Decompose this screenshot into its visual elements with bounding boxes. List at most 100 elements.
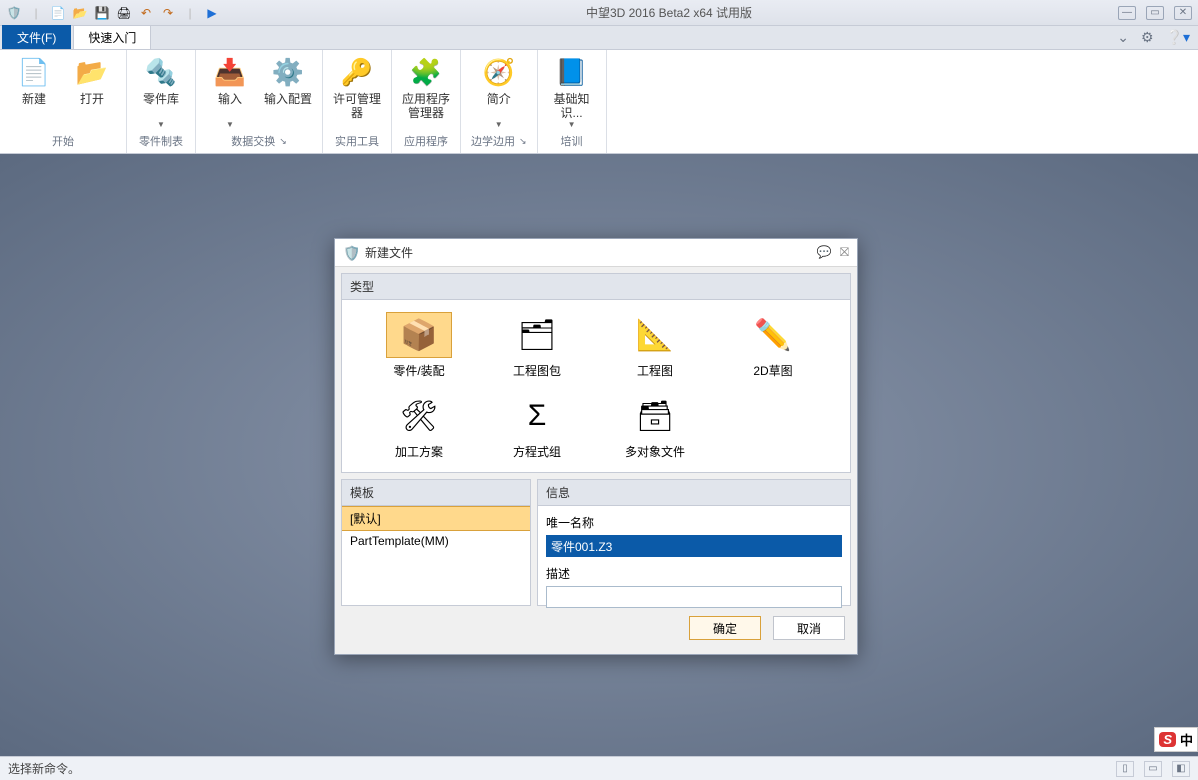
new-icon[interactable] [50, 5, 66, 21]
button-label: 应用程序管理器 [402, 92, 450, 120]
sketch-2d-icon: ✏️ [749, 316, 797, 354]
open-button[interactable]: 📂打开 [68, 54, 116, 131]
template-item[interactable]: [默认] [342, 506, 530, 531]
ribbon-group: 🔩零件库▼零件制表 [127, 50, 196, 153]
ribbon-group: 🧩应用程序管理器应用程序 [392, 50, 461, 153]
dialog-titlebar[interactable]: 🛡️ 新建文件 💬 ⛝ [335, 239, 857, 267]
ribbon-group: 📥输入▼⚙️输入配置数据交换↘ [196, 50, 323, 153]
template-panel-header: 模板 [341, 479, 531, 506]
dialog-help-icon[interactable]: 💬 [817, 245, 832, 260]
drawing-package-icon: 🗂 [513, 316, 561, 354]
group-launcher-icon[interactable]: ↘ [279, 136, 287, 147]
settings-icon[interactable]: ⚙ [1141, 29, 1154, 46]
button-label: 打开 [80, 92, 104, 120]
window-title: 中望3D 2016 Beta2 x64 试用版 [220, 4, 1118, 21]
collapse-ribbon-icon[interactable]: ⌄ [1117, 29, 1129, 46]
type-drawing-package[interactable]: 🗂工程图包 [478, 312, 596, 379]
import-config-button[interactable]: ⚙️输入配置 [264, 54, 312, 131]
group-label: 培训 [561, 131, 583, 153]
tab-file[interactable]: 文件(F) [2, 25, 71, 49]
button-label: 零件库 [143, 92, 179, 120]
ime-logo-icon: S [1159, 732, 1176, 747]
description-input[interactable] [546, 586, 842, 608]
types-grid: 📦零件/装配🗂工程图包📐工程图 ✏️ 2D草图 🛠加工方案 Σ 方程式组 🗃多对象文件 [341, 300, 851, 473]
open-icon[interactable] [72, 5, 88, 21]
ribbon-tab-strip: 文件(F) 快速入门 ⌄ ⚙ ❔▾ [0, 26, 1198, 50]
info-panel-header: 信息 [537, 479, 851, 506]
window-buttons: — ▭ ✕ [1118, 6, 1192, 20]
partlib-icon: 🔩 [143, 54, 179, 90]
description-label: 描述 [546, 565, 842, 582]
group-label: 开始 [52, 131, 74, 153]
minimize-button[interactable]: — [1118, 6, 1136, 20]
dialog-close-icon[interactable]: ⛝ [840, 245, 849, 260]
app-mgr-button[interactable]: 🧩应用程序管理器 [402, 54, 450, 131]
type-part-assembly[interactable]: 📦零件/装配 [360, 312, 478, 379]
button-label: 输入配置 [264, 92, 312, 120]
partlib-button[interactable]: 🔩零件库▼ [137, 54, 185, 131]
ribbon-group: 📘基础知识...▼培训 [538, 50, 607, 153]
undo-icon[interactable] [138, 5, 154, 21]
tab-quickstart[interactable]: 快速入门 [73, 25, 151, 49]
type-label: 方程式组 [513, 443, 561, 460]
group-label: 实用工具 [335, 131, 379, 153]
template-list[interactable]: [默认]PartTemplate(MM) [341, 506, 531, 606]
title-bar: 🛡️ | | 中望3D 2016 Beta2 x64 试用版 — ▭ ✕ [0, 0, 1198, 26]
license-mgr-icon: 🔑 [339, 54, 375, 90]
group-launcher-icon[interactable]: ↘ [519, 136, 527, 147]
license-mgr-button[interactable]: 🔑许可管理器 [333, 54, 381, 131]
type-drawing[interactable]: 📐工程图 [596, 312, 714, 379]
play-icon[interactable] [204, 5, 220, 21]
maximize-button[interactable]: ▭ [1146, 6, 1164, 20]
button-label: 基础知识... [548, 92, 596, 120]
dropdown-icon[interactable]: ▼ [157, 120, 165, 129]
dropdown-icon[interactable]: ▼ [568, 120, 576, 129]
group-label: 应用程序 [404, 131, 448, 153]
type-sketch-2d[interactable]: ✏️ 2D草图 [714, 312, 832, 379]
status-icon-2[interactable]: ▭ [1144, 761, 1162, 777]
status-icon-3[interactable]: ◧ [1172, 761, 1190, 777]
type-equation-set[interactable]: Σ 方程式组 [478, 393, 596, 460]
type-multi-object[interactable]: 🗃多对象文件 [596, 393, 714, 460]
dropdown-icon[interactable]: ▼ [226, 120, 234, 129]
save-icon[interactable] [94, 5, 110, 21]
status-icon-1[interactable]: ▯ [1116, 761, 1134, 777]
ribbon-group: 🔑许可管理器实用工具 [323, 50, 392, 153]
button-label: 输入 [218, 92, 242, 120]
redo-icon[interactable] [160, 5, 176, 21]
dialog-title: 新建文件 [365, 244, 817, 261]
type-panel-header: 类型 [341, 273, 851, 300]
dropdown-icon[interactable]: ▼ [495, 120, 503, 129]
ime-text: 中 [1180, 730, 1193, 749]
group-label: 数据交换↘ [231, 131, 287, 153]
template-item[interactable]: PartTemplate(MM) [342, 531, 530, 551]
basics-button[interactable]: 📘基础知识...▼ [548, 54, 596, 131]
intro-button[interactable]: 🧭简介▼ [475, 54, 523, 131]
workspace: 🛡️ 新建文件 💬 ⛝ 类型 📦零件/装配🗂工程图包📐工程图 ✏️ 2D草图 🛠加工方… [0, 154, 1198, 756]
button-label: 新建 [22, 92, 46, 120]
group-label: 零件制表 [139, 131, 183, 153]
close-button[interactable]: ✕ [1174, 6, 1192, 20]
type-label: 2D草图 [753, 362, 792, 379]
equation-set-icon: Σ [513, 397, 561, 435]
basics-icon: 📘 [554, 54, 590, 90]
ok-button[interactable]: 确定 [689, 616, 761, 640]
unique-name-input[interactable] [546, 535, 842, 557]
help-icon[interactable]: ❔▾ [1166, 29, 1190, 46]
new-button[interactable]: 📄新建 [10, 54, 58, 131]
import-button[interactable]: 📥输入▼ [206, 54, 254, 131]
status-message: 选择新命令。 [8, 760, 80, 777]
type-label: 零件/装配 [393, 362, 444, 379]
print-icon[interactable] [116, 5, 132, 21]
open-icon: 📂 [74, 54, 110, 90]
group-label: 边学边用↘ [471, 131, 527, 153]
ime-badge[interactable]: S 中 [1154, 727, 1198, 752]
type-label: 加工方案 [395, 443, 443, 460]
drawing-icon: 📐 [631, 316, 679, 354]
dialog-icon: 🛡️ [343, 245, 359, 261]
new-icon: 📄 [16, 54, 52, 90]
cancel-button[interactable]: 取消 [773, 616, 845, 640]
app-icon[interactable]: 🛡️ [6, 5, 22, 21]
button-label: 许可管理器 [333, 92, 381, 120]
type-cam-plan[interactable]: 🛠加工方案 [360, 393, 478, 460]
